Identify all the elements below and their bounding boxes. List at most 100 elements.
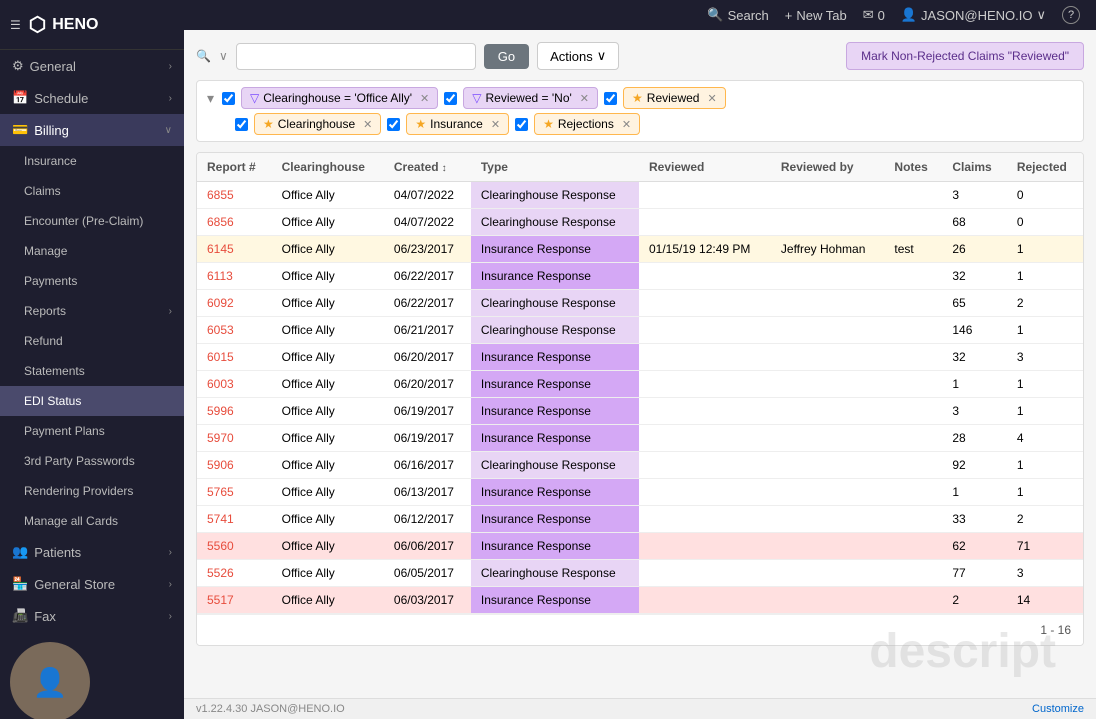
table-row: 6145 Office Ally 06/23/2017 Insurance Re…: [197, 236, 1083, 263]
cell-clearinghouse: Office Ally: [272, 371, 384, 398]
go-button[interactable]: Go: [484, 44, 529, 69]
cell-claims: 26: [942, 236, 1006, 263]
cell-report-id[interactable]: 5970: [197, 425, 272, 452]
cell-report-id[interactable]: 5517: [197, 587, 272, 614]
filter-close-4[interactable]: ✕: [363, 118, 372, 131]
cell-reviewed-by: [771, 533, 885, 560]
filter-2-checkbox[interactable]: [444, 92, 457, 105]
sidebar-item-general-store[interactable]: 🏪 General Store ›: [0, 568, 184, 600]
cell-type: Clearinghouse Response: [471, 317, 639, 344]
cell-report-id[interactable]: 6092: [197, 290, 272, 317]
cell-report-id[interactable]: 6003: [197, 371, 272, 398]
sidebar-item-rendering[interactable]: Rendering Providers: [0, 476, 184, 506]
cell-clearinghouse: Office Ally: [272, 317, 384, 344]
filter-chip-reviewed: ▽ Reviewed = 'No' ✕: [463, 87, 598, 109]
sidebar-item-manage-cards[interactable]: Manage all Cards: [0, 506, 184, 536]
sidebar-item-payment-plans[interactable]: Payment Plans: [0, 416, 184, 446]
cell-claims: 2: [942, 587, 1006, 614]
help-button[interactable]: ?: [1062, 6, 1080, 24]
filter-collapse-toggle[interactable]: ▾: [205, 88, 216, 109]
cell-notes: [884, 371, 942, 398]
sidebar-item-schedule[interactable]: 📅 Schedule ›: [0, 82, 184, 114]
cell-clearinghouse: Office Ally: [272, 506, 384, 533]
actions-button[interactable]: Actions ∨: [537, 42, 619, 70]
cell-report-id[interactable]: 5526: [197, 560, 272, 587]
cell-created: 06/20/2017: [384, 371, 471, 398]
cell-claims: 28: [942, 425, 1006, 452]
cell-report-id[interactable]: 6145: [197, 236, 272, 263]
filter-3-checkbox[interactable]: [604, 92, 617, 105]
cell-clearinghouse: Office Ally: [272, 290, 384, 317]
cell-claims: 1: [942, 371, 1006, 398]
cell-notes: [884, 317, 942, 344]
sidebar-item-payments[interactable]: Payments: [0, 266, 184, 296]
cell-type: Insurance Response: [471, 506, 639, 533]
filter-4-checkbox[interactable]: [235, 118, 248, 131]
cell-reviewed-by: [771, 371, 885, 398]
cell-reviewed: [639, 263, 771, 290]
sidebar-item-manage[interactable]: Manage: [0, 236, 184, 266]
cell-reviewed: [639, 587, 771, 614]
sidebar-item-statements[interactable]: Statements: [0, 356, 184, 386]
cell-notes: [884, 533, 942, 560]
filter-close-3[interactable]: ✕: [707, 92, 716, 105]
patients-icon: 👥: [12, 544, 28, 560]
cell-report-id[interactable]: 5765: [197, 479, 272, 506]
cell-report-id[interactable]: 6856: [197, 209, 272, 236]
search-input[interactable]: [236, 43, 476, 70]
sidebar-item-general[interactable]: ⚙ General ›: [0, 50, 184, 82]
cell-reviewed: [639, 398, 771, 425]
sidebar-item-patients[interactable]: 👥 Patients ›: [0, 536, 184, 568]
dropdown-toggle-icon[interactable]: ∨: [219, 49, 228, 63]
hamburger-icon[interactable]: ☰: [10, 18, 21, 32]
cell-claims: 3: [942, 398, 1006, 425]
data-table: Report # Clearinghouse Created↕ Type Rev…: [196, 152, 1084, 646]
sidebar-item-edi-status[interactable]: EDI Status: [0, 386, 184, 416]
cell-report-id[interactable]: 6855: [197, 182, 272, 209]
col-created[interactable]: Created↕: [384, 153, 471, 182]
filter-close-5[interactable]: ✕: [491, 118, 500, 131]
cell-type: Insurance Response: [471, 344, 639, 371]
customize-link[interactable]: Customize: [1032, 703, 1084, 715]
sidebar-item-reports[interactable]: Reports ›: [0, 296, 184, 326]
table-row: 5517 Office Ally 06/03/2017 Insurance Re…: [197, 587, 1083, 614]
cell-report-id[interactable]: 6015: [197, 344, 272, 371]
cell-report-id[interactable]: 5741: [197, 506, 272, 533]
search-button[interactable]: 🔍 Search: [707, 7, 768, 23]
new-tab-button[interactable]: + New Tab: [785, 8, 847, 23]
filter-6-checkbox[interactable]: [515, 118, 528, 131]
sidebar-item-3rd-party[interactable]: 3rd Party Passwords: [0, 446, 184, 476]
cell-type: Clearinghouse Response: [471, 560, 639, 587]
filter-close-6[interactable]: ✕: [622, 118, 631, 131]
filter-1-checkbox[interactable]: [222, 92, 235, 105]
filter-row-1: ▾ ▽ Clearinghouse = 'Office Ally' ✕ ▽ Re…: [205, 87, 1075, 109]
mark-reviewed-button[interactable]: Mark Non-Rejected Claims "Reviewed": [846, 42, 1084, 70]
table-row: 6855 Office Ally 04/07/2022 Clearinghous…: [197, 182, 1083, 209]
sidebar-item-refund[interactable]: Refund: [0, 326, 184, 356]
cell-report-id[interactable]: 5560: [197, 533, 272, 560]
chevron-right-icon: ›: [169, 579, 172, 590]
filter-5-checkbox[interactable]: [387, 118, 400, 131]
inbox-button[interactable]: ✉ 0: [863, 7, 885, 23]
table-row: 6053 Office Ally 06/21/2017 Clearinghous…: [197, 317, 1083, 344]
cell-report-id[interactable]: 6053: [197, 317, 272, 344]
sidebar-item-encounter[interactable]: Encounter (Pre-Claim): [0, 206, 184, 236]
cell-reviewed: [639, 317, 771, 344]
sidebar-item-fax[interactable]: 📠 Fax ›: [0, 600, 184, 632]
cell-report-id[interactable]: 5906: [197, 452, 272, 479]
table-row: 5906 Office Ally 06/16/2017 Clearinghous…: [197, 452, 1083, 479]
cell-report-id[interactable]: 6113: [197, 263, 272, 290]
sidebar-item-billing[interactable]: 💳 Billing ∨: [0, 114, 184, 146]
filter-close-1[interactable]: ✕: [420, 92, 429, 105]
page-content: 🔍 ∨ Go Actions ∨ Mark Non-Rejected Claim…: [184, 30, 1096, 698]
filter-close-2[interactable]: ✕: [580, 92, 589, 105]
cell-rejected: 0: [1007, 182, 1083, 209]
cell-created: 06/20/2017: [384, 344, 471, 371]
filter-chip-reviewed-star: ★ Reviewed ✕: [623, 87, 726, 109]
user-menu[interactable]: 👤 JASON@HENO.IO ∨: [901, 7, 1046, 23]
cell-clearinghouse: Office Ally: [272, 344, 384, 371]
pagination: 1 - 16: [197, 614, 1083, 645]
sidebar-item-insurance[interactable]: Insurance: [0, 146, 184, 176]
sidebar-item-claims[interactable]: Claims: [0, 176, 184, 206]
cell-report-id[interactable]: 5996: [197, 398, 272, 425]
